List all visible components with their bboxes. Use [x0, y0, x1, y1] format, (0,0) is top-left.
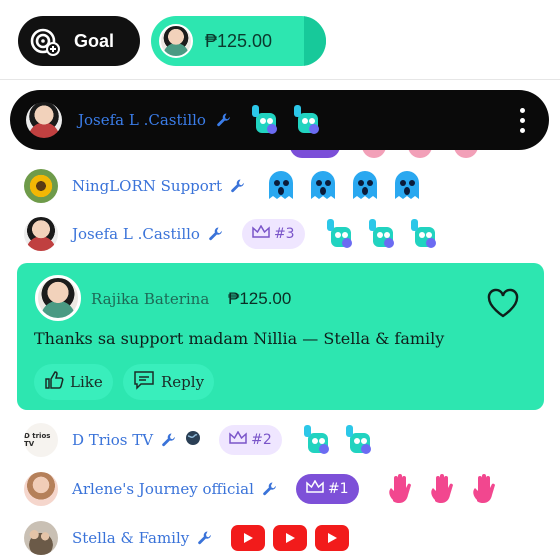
username[interactable]: Josefa L .Castillo [72, 225, 200, 243]
list-item: D trios TV D Trios TV #2 [24, 422, 376, 458]
username[interactable]: NingLORN Support [72, 177, 222, 195]
more-options-icon[interactable] [520, 108, 525, 133]
thumbs-up-icon [44, 370, 64, 394]
wrench-icon [216, 112, 232, 128]
crown-icon [229, 430, 247, 449]
waving-robot-sticker [365, 217, 399, 251]
waving-robot-sticker [248, 103, 282, 137]
wrench-icon [197, 530, 213, 546]
rank-badge: #3 [241, 219, 305, 249]
avatar [35, 275, 81, 321]
rank-badge: #2 [219, 425, 282, 455]
goal-target-icon [28, 24, 62, 58]
screaming-ghost-sticker [348, 169, 382, 203]
globe-icon [185, 430, 201, 450]
wrench-icon [161, 432, 177, 448]
avatar [24, 521, 58, 555]
heart-icon[interactable] [486, 287, 520, 319]
gift-amount-pill[interactable]: ₱125.00 [151, 16, 326, 66]
card-username[interactable]: Rajika Baterina [91, 290, 209, 308]
goal-label: Goal [74, 30, 115, 51]
waving-robot-sticker [342, 423, 376, 457]
crown-icon [306, 479, 324, 498]
card-message: Thanks sa support madam Nillia — Stella … [34, 329, 445, 348]
username[interactable]: D Trios TV [72, 431, 153, 449]
sticker-group [300, 423, 376, 457]
screaming-ghost-sticker [264, 169, 298, 203]
sticker-group [323, 217, 441, 251]
username[interactable]: Arlene's Journey official [72, 480, 254, 498]
sticker-group [248, 103, 324, 137]
avatar [24, 472, 58, 506]
reply-label: Reply [161, 373, 205, 391]
pill-edge [304, 16, 326, 66]
rank-badge: #1 [295, 474, 359, 504]
pinned-username[interactable]: Josefa L .Castillo [78, 111, 206, 129]
crown-icon [252, 224, 270, 243]
list-item: Josefa L .Castillo #3 [24, 216, 441, 252]
avatar [159, 24, 193, 58]
waving-robot-sticker [290, 103, 324, 137]
waving-hand-sticker [469, 472, 503, 506]
waving-hand-sticker [427, 472, 461, 506]
waving-robot-sticker [407, 217, 441, 251]
reply-icon [133, 370, 155, 394]
goal-button[interactable]: Goal [18, 16, 140, 66]
list-item: Arlene's Journey official #1 [24, 471, 503, 507]
sticker-group [231, 525, 350, 551]
avatar [26, 102, 62, 138]
wrench-icon [230, 178, 246, 194]
waving-hand-sticker [385, 472, 419, 506]
youtube-sticker [315, 525, 350, 551]
waving-robot-sticker [300, 423, 334, 457]
avatar: D trios TV [24, 423, 58, 457]
top-bar: Goal ₱125.00 [0, 0, 560, 80]
rank-number: #2 [251, 432, 272, 448]
list-item: Stella & Family [24, 520, 350, 556]
username[interactable]: Stella & Family [72, 529, 189, 547]
reply-button[interactable]: Reply [123, 364, 215, 400]
card-amount: ₱125.00 [228, 289, 292, 308]
like-label: Like [70, 373, 103, 391]
wrench-icon [262, 481, 278, 497]
wrench-icon [208, 226, 224, 242]
youtube-sticker [231, 525, 266, 551]
gift-message-card: Rajika Baterina ₱125.00 Thanks sa suppor… [17, 263, 544, 410]
screaming-ghost-sticker [390, 169, 424, 203]
list-item: NingLORN Support [24, 168, 424, 204]
avatar [24, 217, 58, 251]
amount-label: ₱125.00 [205, 30, 273, 51]
waving-robot-sticker [323, 217, 357, 251]
youtube-sticker [273, 525, 308, 551]
avatar [24, 169, 58, 203]
pinned-comment-bar[interactable]: Josefa L .Castillo [10, 90, 549, 150]
rank-number: #3 [273, 226, 295, 242]
sticker-group [264, 169, 424, 203]
rank-number: #1 [327, 481, 349, 497]
screaming-ghost-sticker [306, 169, 340, 203]
like-button[interactable]: Like [34, 364, 113, 400]
sticker-group [385, 472, 503, 506]
